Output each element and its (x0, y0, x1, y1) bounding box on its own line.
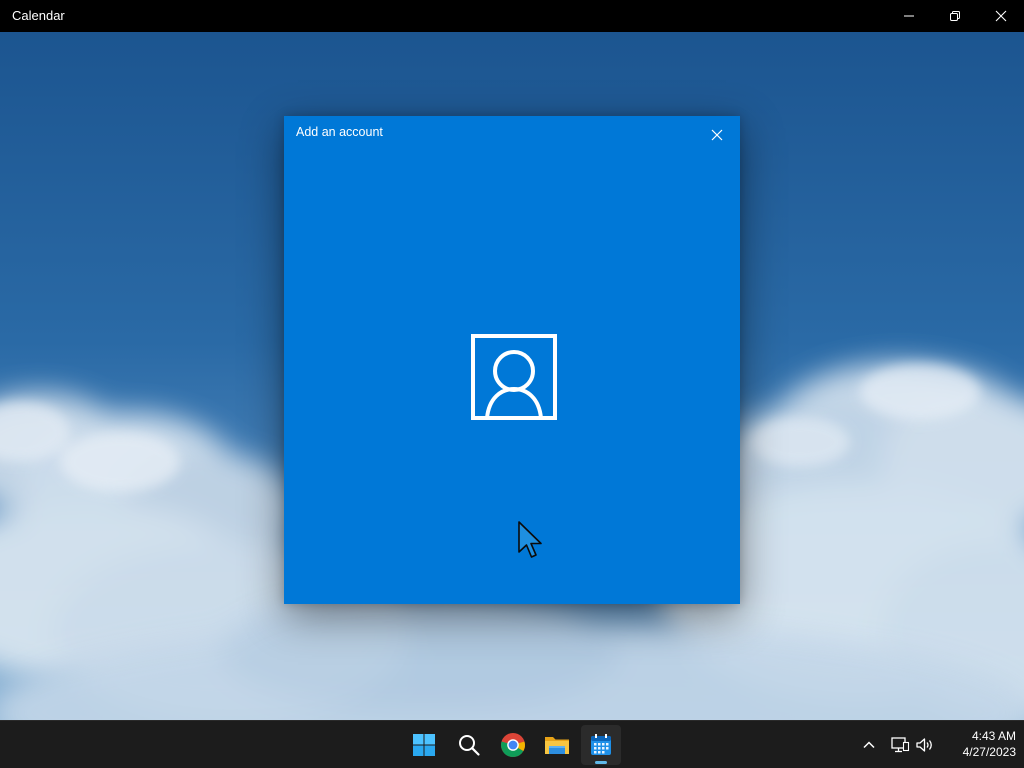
taskbar: 4:43 AM 4/27/2023 (0, 720, 1024, 768)
windows-start-icon (413, 734, 435, 756)
taskbar-file-explorer[interactable] (537, 725, 577, 765)
clock-date: 4/27/2023 (962, 745, 1016, 759)
folder-icon (545, 737, 569, 754)
clock[interactable]: 4:43 AM 4/27/2023 (940, 728, 1016, 760)
volume-button[interactable] (913, 733, 937, 757)
active-app-indicator (595, 761, 607, 764)
screen: Calendar Add an account 4:43 AM 4/27/202… (0, 0, 1024, 768)
taskbar-calendar[interactable] (581, 725, 621, 765)
taskbar-chrome[interactable] (493, 725, 533, 765)
minimize-icon (904, 15, 914, 17)
restore-button[interactable] (932, 0, 978, 32)
calendar-icon (591, 734, 611, 755)
search-icon (459, 735, 480, 756)
chrome-icon (501, 733, 525, 757)
show-hidden-icons-button[interactable] (857, 733, 881, 757)
network-icon (891, 737, 910, 753)
add-account-dialog: Add an account (284, 116, 740, 604)
close-icon (711, 129, 723, 141)
clock-time: 4:43 AM (971, 729, 1016, 743)
window-title: Calendar (12, 8, 65, 23)
restore-icon (950, 11, 960, 21)
account-icon (471, 334, 557, 420)
dialog-close-button[interactable] (702, 120, 732, 150)
start-button[interactable] (404, 725, 444, 765)
mouse-cursor-icon (518, 521, 542, 558)
close-icon (995, 10, 1007, 22)
dialog-title: Add an account (296, 125, 383, 139)
window-titlebar[interactable]: Calendar (0, 0, 1024, 32)
network-button[interactable] (888, 733, 912, 757)
close-window-button[interactable] (978, 0, 1024, 32)
minimize-button[interactable] (886, 0, 932, 32)
volume-icon (916, 738, 932, 752)
chevron-up-icon (863, 741, 875, 749)
search-button[interactable] (449, 725, 489, 765)
